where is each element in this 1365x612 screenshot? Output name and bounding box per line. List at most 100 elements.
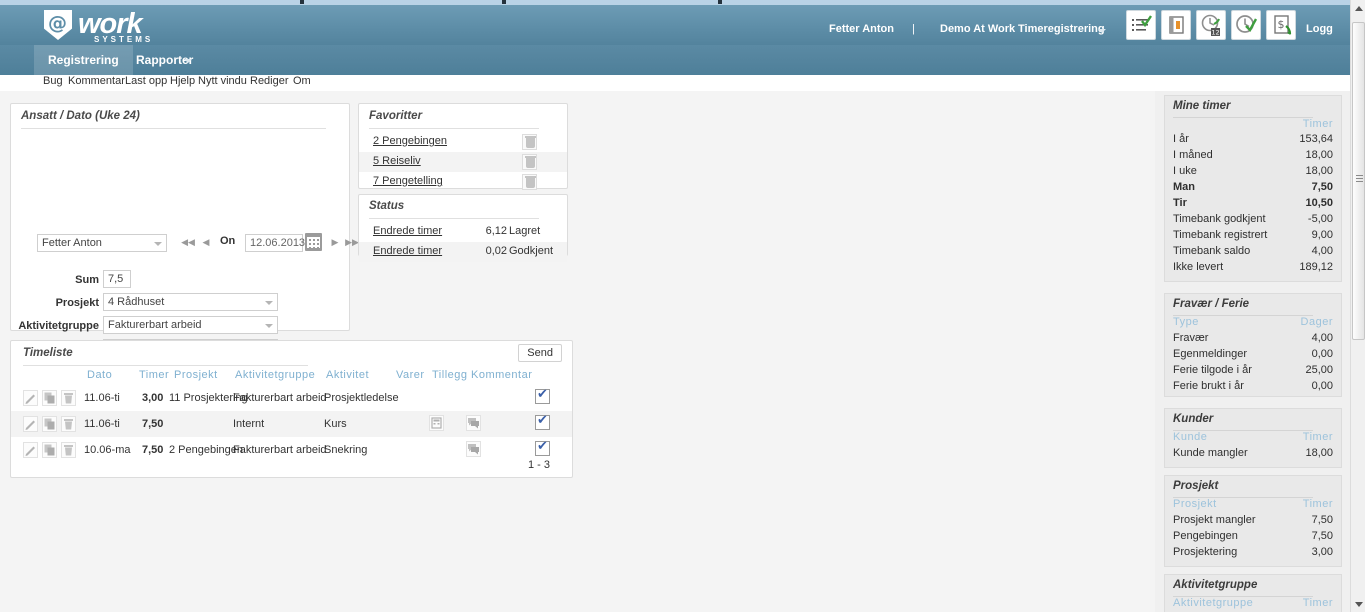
subnav-item-rediger[interactable]: Rediger xyxy=(250,75,289,87)
row-value: 7,50 xyxy=(1311,530,1333,542)
edit-pencil-icon[interactable] xyxy=(23,390,38,406)
subnav-item-bug[interactable]: Bug xyxy=(43,75,63,87)
scroll-down-button[interactable] xyxy=(1351,596,1365,612)
favorite-link[interactable]: 5 Reiseliv xyxy=(373,155,421,167)
date-next-button[interactable]: ▶ xyxy=(328,234,342,250)
label-aktivitetgruppe: Aktivitetgruppe xyxy=(18,320,99,332)
panel-title: Ansatt / Dato (Uke 24) xyxy=(21,110,140,122)
header-user-name[interactable]: Fetter Anton xyxy=(829,23,894,35)
status-value: 6,12 xyxy=(485,225,507,237)
table-row[interactable]: 10.06-ma 7,50 2 Pengebingen Fakturerbart… xyxy=(11,437,572,463)
tab-rapporter[interactable]: Rapporter xyxy=(122,45,207,75)
list-item[interactable]: 2 Pengebingen xyxy=(359,132,567,152)
strip-tick xyxy=(718,0,722,4)
employee-select-value: Fetter Anton xyxy=(42,237,102,249)
sidecard-prosjekt: Prosjekt Prosjekt Timer Prosjekt mangler… xyxy=(1164,475,1342,567)
edit-pencil-icon[interactable] xyxy=(23,442,38,458)
delete-trash-icon[interactable] xyxy=(61,390,76,406)
row-label: I uke xyxy=(1173,165,1197,177)
row-label: Timebank registrert xyxy=(1173,229,1268,241)
row-label: Egenmeldinger xyxy=(1173,348,1247,360)
aktivitetgruppe-select[interactable]: Fakturerbart arbeid xyxy=(103,316,278,334)
delete-trash-icon[interactable] xyxy=(61,442,76,458)
subnav-item-hjelp[interactable]: Hjelp xyxy=(170,75,195,87)
col-varer: Varer xyxy=(396,369,425,381)
sum-input[interactable]: 7,5 xyxy=(103,270,131,288)
strip-tick xyxy=(502,0,506,4)
sidecard-header-row: Timer xyxy=(1165,118,1341,133)
row-value: 153,64 xyxy=(1299,133,1333,145)
subnav-item-kommentar[interactable]: Kommentar xyxy=(68,75,125,87)
employee-select[interactable]: Fetter Anton xyxy=(37,234,167,252)
chevron-down-icon[interactable] xyxy=(1098,29,1106,33)
subnav-item-nytt-vindu[interactable]: Nytt vindu xyxy=(198,75,247,87)
sidecard-row: Egenmeldinger 0,00 xyxy=(1165,348,1341,363)
delete-trash-icon[interactable] xyxy=(61,416,76,432)
sidecard-row: Prosjektering 3,00 xyxy=(1165,546,1341,561)
scroll-up-button[interactable] xyxy=(1351,0,1365,16)
cell-dato: 10.06-ma xyxy=(84,444,131,456)
date-first-button[interactable]: ◀◀ xyxy=(181,234,195,250)
list-item[interactable]: 7 Pengetelling xyxy=(359,172,567,192)
tillegg-comment-icon[interactable] xyxy=(466,415,481,431)
employee-date-panel: Ansatt / Dato (Uke 24) Fetter Anton ◀◀ ◀… xyxy=(10,103,359,427)
app-logo: @ work SYSTEMS xyxy=(44,8,244,44)
status-row[interactable]: Endrede timer 0,02 Godkjent xyxy=(359,242,567,262)
row-checkbox[interactable] xyxy=(535,439,550,456)
table-row[interactable]: 11.06-ti 3,00 11 Prosjektering Fakturerb… xyxy=(11,385,572,411)
row-value: 18,00 xyxy=(1305,149,1333,161)
edit-pencil-icon[interactable] xyxy=(23,416,38,432)
list-item[interactable]: 5 Reiseliv xyxy=(359,152,567,172)
app-root: @ work SYSTEMS Fetter Anton | Demo At Wo… xyxy=(0,0,1365,612)
sidecard-row: I måned 18,00 xyxy=(1165,149,1341,164)
delete-trash-icon[interactable] xyxy=(522,134,537,150)
row-value: 10,50 xyxy=(1305,197,1333,209)
cell-dato: 11.06-ti xyxy=(84,418,120,430)
sidecard-row: Ferie tilgode i år 25,00 xyxy=(1165,364,1341,379)
delete-trash-icon[interactable] xyxy=(522,154,537,170)
header-separator: | xyxy=(912,23,915,35)
copy-icon[interactable] xyxy=(42,442,57,458)
copy-icon[interactable] xyxy=(42,390,57,406)
cell-dato: 11.06-ti xyxy=(84,392,120,404)
row-checkbox[interactable] xyxy=(535,387,550,404)
send-button[interactable]: Send xyxy=(518,344,562,362)
chevron-down-icon xyxy=(154,242,162,246)
row-checkbox[interactable] xyxy=(535,413,550,430)
panel-title: Prosjekt xyxy=(1173,480,1219,492)
date-prev-button[interactable]: ◀ xyxy=(199,234,213,250)
tillegg-comment-icon[interactable] xyxy=(466,441,481,457)
table-row[interactable]: 11.06-ti 7,50 Internt Kurs xyxy=(11,411,572,437)
row-label: Prosjekt mangler xyxy=(1173,514,1256,526)
status-link[interactable]: Endrede timer xyxy=(373,225,442,237)
chevron-down-icon[interactable] xyxy=(184,59,192,63)
status-row[interactable]: Endrede timer 6,12 Lagret xyxy=(359,222,567,242)
delete-trash-icon[interactable] xyxy=(522,174,537,190)
clock-check-icon[interactable] xyxy=(1231,10,1261,40)
status-link[interactable]: Endrede timer xyxy=(373,245,442,257)
varer-calculator-icon[interactable] xyxy=(429,415,444,431)
subnav-item-om[interactable]: Om xyxy=(293,75,311,87)
header-mode-selector[interactable]: Timeregistrering xyxy=(1018,23,1105,35)
scrollbar-thumb[interactable] xyxy=(1352,22,1365,340)
date-input[interactable]: 12.06.2013 xyxy=(245,234,305,252)
checklist-icon[interactable] xyxy=(1126,10,1156,40)
prosjekt-select-value: 4 Rådhuset xyxy=(108,296,165,308)
invoice-icon[interactable]: $ xyxy=(1266,10,1296,40)
favorite-link[interactable]: 7 Pengetelling xyxy=(373,175,443,187)
sidecard-header-row: Prosjekt Timer xyxy=(1165,498,1341,513)
subnav-item-last-opp[interactable]: Last opp xyxy=(125,75,167,87)
copy-icon[interactable] xyxy=(42,416,57,432)
page-scrollbar[interactable] xyxy=(1350,0,1365,612)
logout-link[interactable]: Logg xyxy=(1306,23,1333,35)
favorite-link[interactable]: 2 Pengebingen xyxy=(373,135,447,147)
calendar-icon[interactable] xyxy=(305,233,322,251)
date-last-button[interactable]: ▶▶ xyxy=(345,234,359,250)
sidecard-fravar-ferie: Fravær / Ferie Type Dager Fravær 4,00 Eg… xyxy=(1164,293,1342,397)
report-icon[interactable] xyxy=(1161,10,1191,40)
row-value: 0,00 xyxy=(1311,380,1333,392)
prosjekt-select[interactable]: 4 Rådhuset xyxy=(103,293,278,311)
calendar-clock-icon[interactable]: 12 xyxy=(1196,10,1226,40)
tab-registrering[interactable]: Registrering xyxy=(34,45,133,75)
status-value: 0,02 xyxy=(485,245,507,257)
